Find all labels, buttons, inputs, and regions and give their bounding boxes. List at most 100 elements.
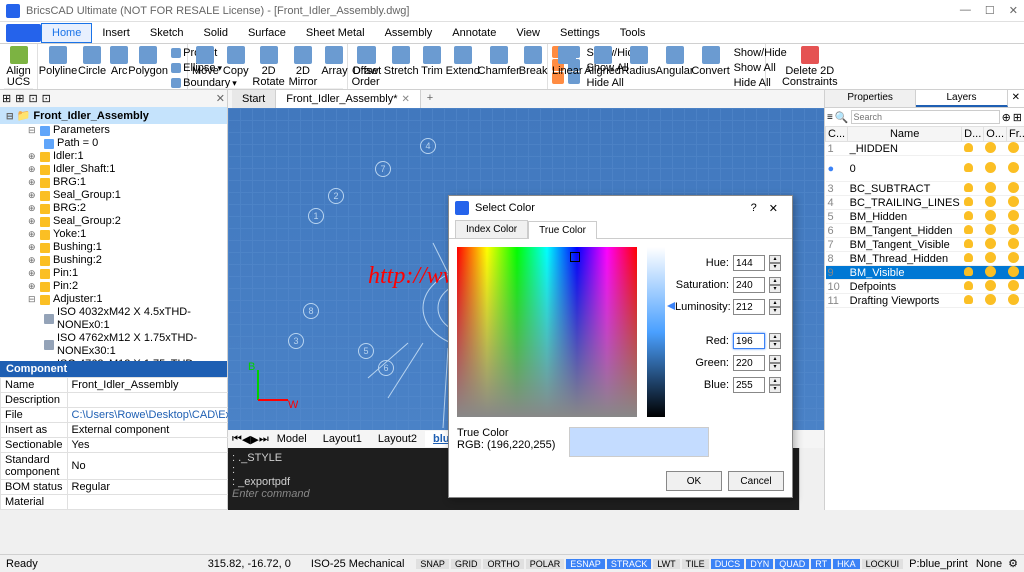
freeze-icon[interactable] <box>1009 225 1018 234</box>
freeze-icon[interactable] <box>1009 143 1018 152</box>
layer-col-O...[interactable]: O... <box>984 127 1007 142</box>
status-esnap[interactable]: ESNAP <box>566 559 605 569</box>
tab-close-icon[interactable]: ✕ <box>402 94 410 105</box>
prop-row[interactable]: FileC:\Users\Rowe\Desktop\CAD\Excav <box>1 408 253 423</box>
panel-icon-1[interactable]: ⊞ <box>2 92 11 105</box>
sat-down[interactable]: ▾ <box>769 285 781 293</box>
tree-item-path[interactable]: Path = 0 <box>0 137 227 150</box>
minimize-icon[interactable]: — <box>960 4 971 17</box>
red-input[interactable] <box>733 333 765 349</box>
mechanical-tree[interactable]: ⊟ParametersPath = 0⊕Idler:1⊕Idler_Shaft:… <box>0 124 227 361</box>
panel-icon-3[interactable]: ⊡ <box>28 92 37 105</box>
layer-col-Name[interactable]: Name <box>848 127 962 142</box>
tab-properties[interactable]: Properties <box>825 90 916 107</box>
tree-item[interactable]: ⊕Bushing:2 <box>0 254 227 267</box>
green-up[interactable]: ▴ <box>769 355 781 363</box>
layer-col-Fr...[interactable]: Fr... <box>1007 127 1024 142</box>
layout-last-icon[interactable]: ⏭ <box>259 433 269 446</box>
polygon-button[interactable]: Polygon <box>132 46 164 77</box>
tab-solid[interactable]: Solid <box>194 24 238 42</box>
prop-row[interactable]: SectionableYes <box>1 438 253 453</box>
radius-button[interactable]: Radius <box>623 46 655 77</box>
sat-up[interactable]: ▴ <box>769 277 781 285</box>
freeze-icon[interactable] <box>1009 183 1018 192</box>
red-down[interactable]: ▾ <box>769 341 781 349</box>
aligned-button[interactable]: Aligned <box>587 46 619 77</box>
tree-item[interactable]: ⊕Yoke:1 <box>0 228 227 241</box>
bulb-icon[interactable] <box>964 281 973 290</box>
tab-tools[interactable]: Tools <box>610 24 656 42</box>
bulb-icon[interactable] <box>964 211 973 220</box>
sun-icon[interactable] <box>986 281 995 290</box>
sun-icon[interactable] <box>986 253 995 262</box>
tree-item-iso[interactable]: ISO 4032xM42 X 4.5xTHD-NONEx0:1 <box>0 306 227 332</box>
bulb-icon[interactable] <box>964 267 973 276</box>
freeze-icon[interactable] <box>1009 267 1018 276</box>
bulb-icon[interactable] <box>964 183 973 192</box>
break-button[interactable]: Break <box>519 46 548 77</box>
tree-item[interactable]: ⊕BRG:2 <box>0 202 227 215</box>
prop-row[interactable]: Insert asExternal component <box>1 423 253 438</box>
layers-table[interactable]: C...NameD...O...Fr...Lo...Color 1 _HIDDE… <box>825 126 1024 308</box>
layout-first-icon[interactable]: ⏮ <box>232 433 242 446</box>
freeze-icon[interactable] <box>1009 197 1018 206</box>
tab-home[interactable]: Home <box>41 23 92 43</box>
dialog-close-icon[interactable]: ✕ <box>761 198 786 219</box>
convert-button[interactable]: Convert <box>695 46 727 77</box>
layers-search-input[interactable] <box>851 110 1000 124</box>
status-dyn[interactable]: DYN <box>746 559 773 569</box>
stretch-button[interactable]: Stretch <box>385 46 417 77</box>
lum-handle-icon[interactable] <box>667 302 675 310</box>
bulb-icon[interactable] <box>964 197 973 206</box>
delete-constraints-button[interactable]: Delete 2D Constraints <box>794 46 826 88</box>
layers-new-icon[interactable]: ⊕ <box>1002 111 1011 124</box>
blue-input[interactable] <box>733 377 765 393</box>
tree-item-iso[interactable]: ISO 4762xM12 X 1.75xTHD-NONEx30:1 <box>0 332 227 358</box>
layer-row[interactable]: ● 0 RGB:196 <box>826 156 1024 182</box>
tree-item[interactable]: ⊕Idler_Shaft:1 <box>0 163 227 176</box>
layout-tab-2[interactable]: Layout2 <box>370 431 425 447</box>
tree-item[interactable]: ⊕Seal_Group:2 <box>0 215 227 228</box>
hue-up[interactable]: ▴ <box>769 255 781 263</box>
tree-item-parameters[interactable]: ⊟Parameters <box>0 124 227 137</box>
mirror-button[interactable]: 2D Mirror <box>289 46 318 88</box>
sun-icon[interactable] <box>986 267 995 276</box>
freeze-icon[interactable] <box>1009 281 1018 290</box>
align-ucs-button[interactable]: Align UCS <box>4 46 33 88</box>
status-dropdown-icon[interactable]: ⚙ <box>1008 557 1018 570</box>
c-showall-button[interactable]: Show All <box>731 61 790 75</box>
tab-view[interactable]: View <box>506 24 550 42</box>
sat-input[interactable] <box>733 277 765 293</box>
red-up[interactable]: ▴ <box>769 333 781 341</box>
status-quad[interactable]: QUAD <box>775 559 809 569</box>
tree-item[interactable]: ⊕Bushing:1 <box>0 241 227 254</box>
tree-item[interactable]: ⊕Pin:2 <box>0 280 227 293</box>
ok-button[interactable]: OK <box>666 471 722 491</box>
offset-button[interactable]: Offset <box>352 46 381 77</box>
layer-row[interactable]: 3 BC_SUBTRACT Red <box>826 182 1024 196</box>
hue-input[interactable] <box>733 255 765 271</box>
hue-down[interactable]: ▾ <box>769 263 781 271</box>
bulb-icon[interactable] <box>964 225 973 234</box>
status-ducs[interactable]: DUCS <box>711 559 745 569</box>
panel-icon-4[interactable]: ⊡ <box>42 92 51 105</box>
status-rt[interactable]: RT <box>811 559 831 569</box>
tree-item[interactable]: ⊕Seal_Group:1 <box>0 189 227 202</box>
copy-button[interactable]: Copy <box>223 46 249 77</box>
close-icon[interactable]: ✕ <box>1009 4 1018 17</box>
new-tab-icon[interactable]: + <box>421 90 439 108</box>
polyline-button[interactable]: Polyline <box>42 46 74 77</box>
status-polar[interactable]: POLAR <box>526 559 565 569</box>
trim-button[interactable]: Trim <box>421 46 443 77</box>
cancel-button[interactable]: Cancel <box>728 471 784 491</box>
tree-item[interactable]: ⊕Pin:1 <box>0 267 227 280</box>
status-hka[interactable]: HKA <box>833 559 860 569</box>
circle-button[interactable]: Circle <box>78 46 106 77</box>
freeze-icon[interactable] <box>1009 239 1018 248</box>
bulb-icon[interactable] <box>964 295 973 304</box>
layout-tab-1[interactable]: Layout1 <box>315 431 370 447</box>
bulb-icon[interactable] <box>964 253 973 262</box>
layer-row[interactable]: 10 Defpoints White <box>826 280 1024 294</box>
prop-row[interactable]: BOM statusRegular <box>1 480 253 495</box>
array-button[interactable]: Array <box>321 46 347 77</box>
